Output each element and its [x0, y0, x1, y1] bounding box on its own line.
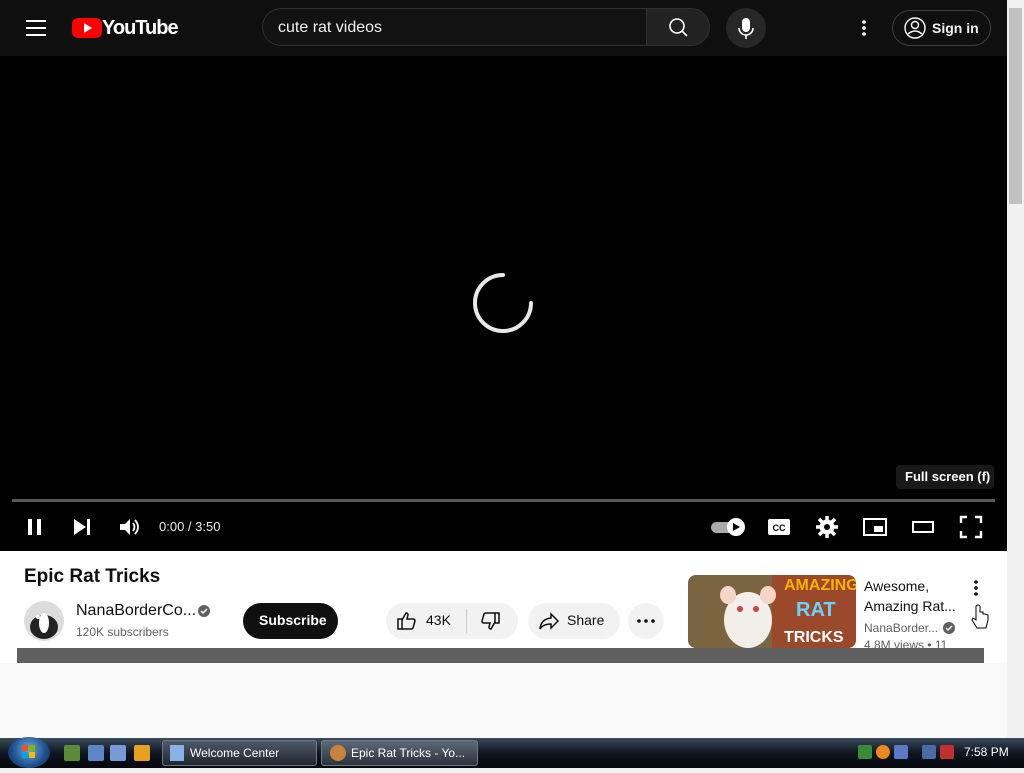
menu-icon[interactable] — [24, 18, 48, 38]
dislike-button[interactable] — [467, 603, 518, 639]
channel-name[interactable]: NanaBorderCo... — [76, 602, 196, 620]
scrollbar-thumb[interactable] — [1009, 8, 1022, 204]
share-label: Share — [567, 612, 605, 628]
autoplay-toggle-icon[interactable] — [710, 516, 746, 538]
security-tray-icon[interactable] — [894, 745, 908, 759]
captions-icon[interactable]: CC — [767, 516, 791, 538]
network-tray-icon[interactable] — [858, 745, 872, 759]
miniplayer-icon[interactable] — [862, 516, 888, 538]
browser-icon — [330, 745, 346, 761]
subscribe-label: Subscribe — [259, 612, 327, 628]
recommended-title[interactable]: Awesome, Amazing Rat... — [864, 576, 964, 616]
fullscreen-icon[interactable] — [958, 514, 984, 540]
settings-gear-icon[interactable] — [815, 515, 839, 539]
tooltip-text: Full screen (f) — [905, 469, 991, 484]
recommended-more-icon[interactable] — [968, 578, 984, 598]
display-tray-icon[interactable] — [922, 745, 936, 759]
update-tray-icon[interactable] — [876, 745, 890, 759]
channel-avatar[interactable] — [24, 601, 64, 641]
time-display: 0:00 / 3:50 — [159, 519, 221, 534]
thumb-text-tricks: TRICKS — [784, 629, 844, 646]
welcome-center-icon — [170, 745, 184, 761]
search-icon — [669, 18, 688, 37]
switch-windows-icon[interactable] — [110, 745, 126, 761]
svg-text:CC: CC — [773, 523, 786, 533]
account-icon — [904, 17, 926, 39]
microphone-icon — [738, 18, 754, 39]
taskbar-item-label: Welcome Center — [190, 746, 280, 760]
like-icon — [396, 610, 418, 632]
dislike-icon — [481, 612, 500, 630]
thumb-text-amazing: AMAZING — [784, 577, 856, 594]
loading-spinner-icon — [471, 271, 535, 335]
youtube-logo[interactable]: YouTube — [72, 17, 179, 39]
next-icon[interactable] — [71, 516, 93, 538]
recommended-verified-icon — [942, 621, 956, 635]
windows-logo-icon — [22, 745, 35, 758]
video-title: Epic Rat Tricks — [24, 566, 161, 587]
search-input[interactable]: cute rat videos — [278, 19, 382, 37]
pause-icon[interactable] — [24, 516, 46, 538]
blank-area — [0, 663, 1007, 738]
settings-more-icon[interactable] — [856, 18, 872, 38]
recommended-channel: NanaBorder... — [864, 621, 939, 635]
logo-text: YouTube — [102, 17, 179, 39]
search-button[interactable] — [646, 8, 710, 46]
verified-icon — [197, 604, 211, 618]
like-count: 43K — [426, 612, 451, 628]
volume-icon[interactable] — [118, 516, 142, 538]
quicklaunch-app-icon[interactable] — [64, 745, 80, 761]
sign-in-label: Sign in — [932, 20, 979, 36]
volume-tray-icon[interactable] — [940, 745, 954, 759]
mouse-cursor-icon — [971, 604, 989, 630]
more-actions-button[interactable] — [628, 603, 664, 639]
share-icon — [538, 610, 560, 632]
thumb-text-rat: RAT — [796, 599, 836, 621]
horizontal-divider — [17, 648, 984, 663]
progress-bar[interactable] — [12, 499, 995, 502]
start-button[interactable] — [8, 737, 50, 768]
media-player-icon[interactable] — [134, 745, 150, 761]
more-horizontal-icon — [637, 619, 655, 623]
theater-mode-icon[interactable] — [910, 516, 936, 538]
recommended-thumbnail[interactable]: AMAZING RAT TRICKS — [688, 575, 856, 648]
show-desktop-icon[interactable] — [88, 745, 104, 761]
subscriber-count: 120K subscribers — [76, 625, 169, 639]
taskbar-item-label: Epic Rat Tricks - Yo... — [351, 746, 466, 760]
taskbar-clock[interactable]: 7:58 PM — [964, 745, 1009, 759]
voice-search-button[interactable] — [726, 8, 766, 48]
